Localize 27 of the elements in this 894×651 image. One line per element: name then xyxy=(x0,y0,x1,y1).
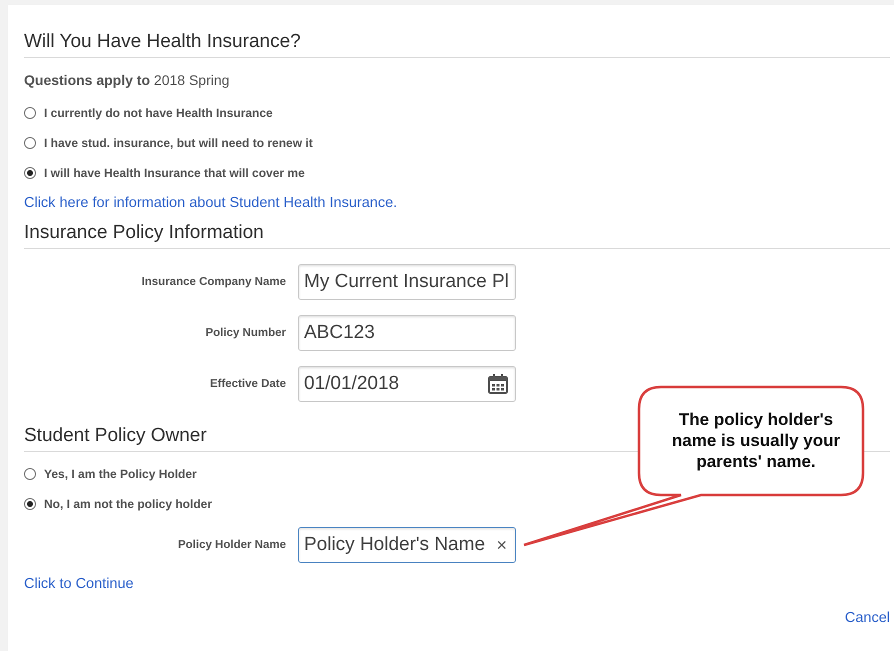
callout-text: The policy holder's name is usually your parents' name. xyxy=(670,409,842,472)
term-text: Questions apply to 2018 Spring xyxy=(24,72,230,88)
radio-label[interactable]: I have stud. insurance, but will need to renew it xyxy=(44,136,313,150)
input-field[interactable]: Policy Holder's Name × xyxy=(298,527,516,563)
clear-button[interactable]: × xyxy=(496,534,507,556)
section-title: Will You Have Health Insurance? xyxy=(24,5,890,58)
radio-button[interactable] xyxy=(24,498,36,510)
section-title: Insurance Policy Information xyxy=(24,221,890,249)
radio-button[interactable] xyxy=(24,107,36,119)
radio-label[interactable]: Yes, I am the Policy Holder xyxy=(44,467,197,481)
input-field[interactable]: My Current Insurance Pl xyxy=(298,264,516,300)
radio-button[interactable] xyxy=(24,137,36,149)
input-field[interactable]: 01/01/2018 xyxy=(298,366,516,402)
radio-button[interactable] xyxy=(24,167,36,179)
info-link[interactable]: Click here for information about Student Health Insurance. xyxy=(24,195,398,211)
calendar-icon[interactable] xyxy=(487,373,509,395)
field-label: Policy Holder Name xyxy=(176,539,287,551)
radio-label[interactable]: I will have Health Insurance that will cover me xyxy=(44,166,305,180)
continue-link[interactable]: Click to Continue xyxy=(24,576,134,592)
field-label: Policy Number xyxy=(204,327,287,339)
radio-label[interactable]: I currently do not have Health Insurance xyxy=(44,106,273,120)
field-label: Insurance Company Name xyxy=(140,276,287,288)
radio-label[interactable]: No, I am not the policy holder xyxy=(44,497,212,511)
radio-button[interactable] xyxy=(24,468,36,480)
cancel-link[interactable]: Cancel xyxy=(844,610,890,626)
input-field[interactable]: ABC123 xyxy=(298,315,516,351)
field-label: Effective Date xyxy=(208,378,287,390)
